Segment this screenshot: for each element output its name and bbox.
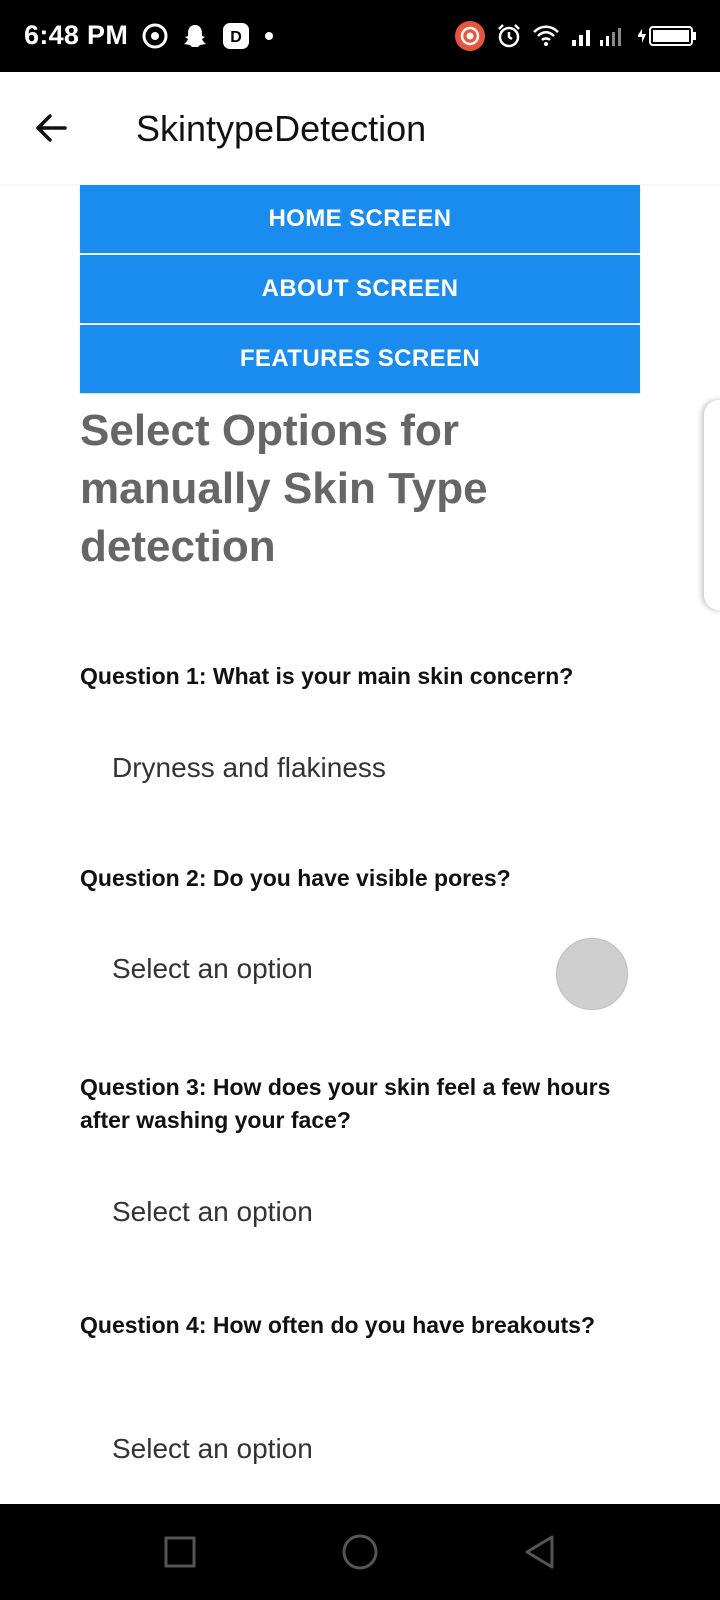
home-screen-button[interactable]: HOME SCREEN — [80, 185, 640, 253]
question-4-select[interactable]: Select an option — [112, 1433, 313, 1465]
system-navigation-bar — [0, 1504, 720, 1600]
back-nav-button[interactable] — [520, 1532, 560, 1572]
question-3-select[interactable]: Select an option — [112, 1196, 313, 1228]
status-time: 6:48 PM — [24, 20, 129, 50]
square-icon — [164, 1536, 196, 1568]
page-heading: Select Options for manually Skin Type de… — [80, 406, 488, 571]
about-screen-button[interactable]: ABOUT SCREEN — [80, 255, 640, 323]
recents-button[interactable] — [160, 1532, 200, 1572]
recording-icon — [454, 20, 486, 52]
circle-icon — [342, 1534, 378, 1570]
app-title: SkintypeDetection — [136, 108, 427, 149]
edge-panel-handle[interactable] — [704, 400, 720, 610]
back-button[interactable] — [26, 102, 78, 154]
wifi-icon — [532, 24, 560, 48]
question-2-select[interactable]: Select an option — [112, 953, 313, 985]
question-1-select[interactable]: Dryness and flakiness — [112, 752, 386, 784]
touch-indicator — [556, 938, 628, 1010]
app-bar: SkintypeDetection — [0, 72, 720, 184]
back-arrow-icon — [36, 114, 67, 142]
svg-text:D: D — [230, 29, 242, 46]
camera-icon — [142, 23, 168, 49]
question-2-label: Question 2: Do you have visible pores? — [80, 865, 511, 891]
app-icon: D — [222, 22, 250, 50]
battery-icon — [636, 23, 698, 49]
alarm-icon — [496, 23, 522, 49]
triangle-back-icon — [525, 1535, 554, 1569]
home-button[interactable] — [340, 1532, 380, 1572]
question-3-label: Question 3: How does your skin feel a fe… — [80, 1074, 611, 1133]
status-bar: 6:48 PM D — [0, 0, 720, 72]
status-left-icons: D — [142, 22, 274, 50]
status-right-icons — [454, 20, 698, 52]
features-screen-button[interactable]: FEATURES SCREEN — [80, 325, 640, 393]
question-1-label: Question 1: What is your main skin conce… — [80, 663, 574, 689]
snapchat-icon — [182, 23, 208, 49]
dot-icon — [264, 31, 274, 41]
question-4-label: Question 4: How often do you have breako… — [80, 1312, 595, 1338]
signal-icon — [570, 24, 626, 48]
